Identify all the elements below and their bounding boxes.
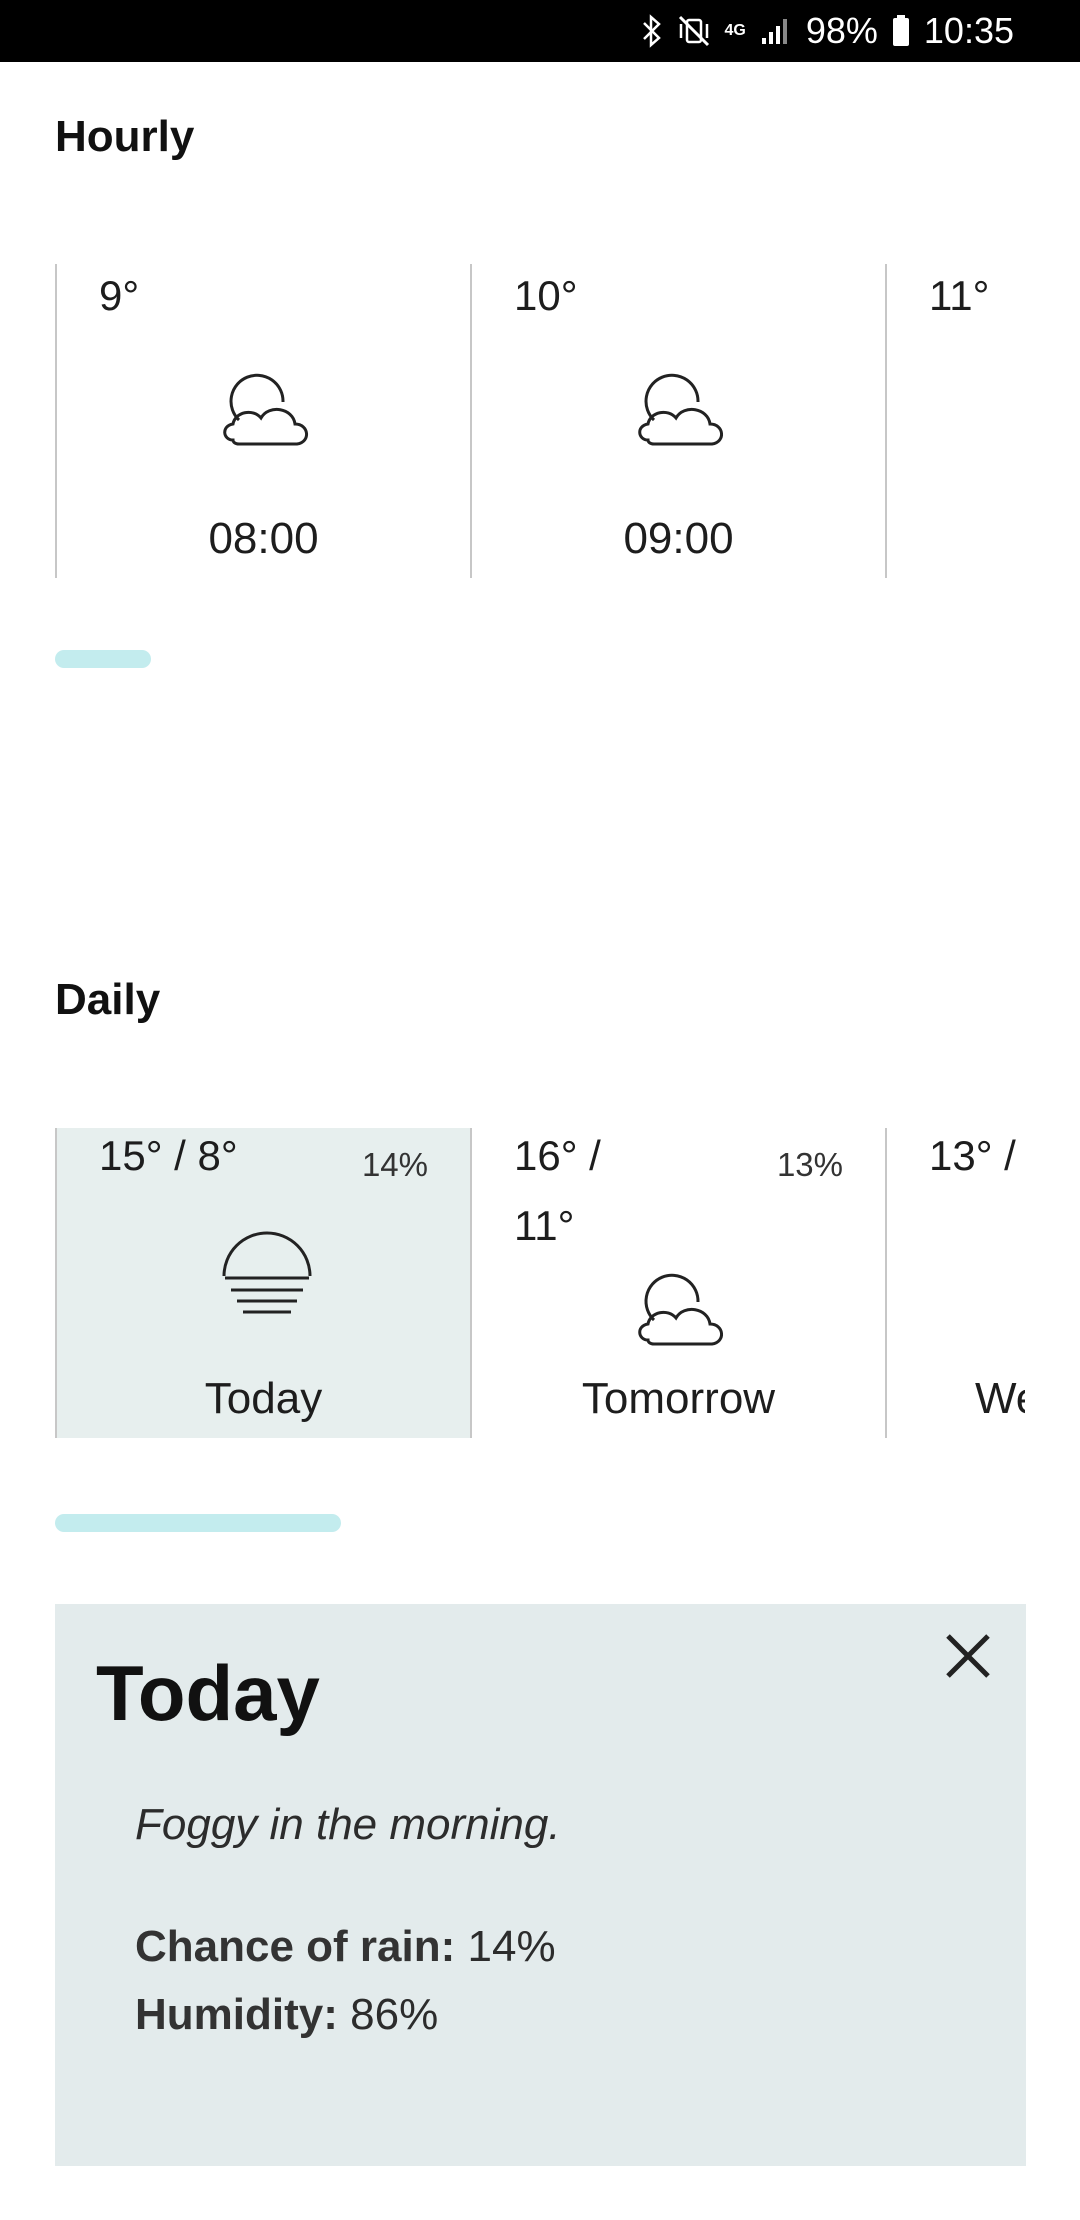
partly-cloudy-icon <box>632 1268 732 1358</box>
daily-list[interactable]: 15° / 8° 14% Today 16° / 11° 13% Tomorro… <box>55 1128 1025 1438</box>
rain-value: 14% <box>467 1922 556 1971</box>
daily-card[interactable]: 13° / We <box>885 1128 1025 1438</box>
status-bar: 4G 98% 10:35 <box>0 0 1080 62</box>
hourly-card[interactable]: 10° 09:00 <box>470 264 885 578</box>
daily-temp: 13° / <box>929 1132 1016 1179</box>
detail-humidity-row: Humidity: 86% <box>135 1990 438 2040</box>
vibrate-mute-icon <box>677 14 711 48</box>
humidity-label: Humidity: <box>135 1990 338 2039</box>
fog-icon <box>217 1224 317 1314</box>
daily-temp: 15° / 8° <box>99 1132 238 1179</box>
hourly-temp: 10° <box>514 272 578 319</box>
close-button[interactable] <box>928 1618 1008 1698</box>
hourly-card[interactable]: 11° <box>885 264 1025 578</box>
daily-card-tomorrow[interactable]: 16° / 11° 13% Tomorrow <box>470 1128 885 1438</box>
daily-card-today[interactable]: 15° / 8° 14% Today <box>55 1128 470 1438</box>
daily-temp: 16° / <box>514 1132 601 1179</box>
daily-day-label: We <box>975 1374 1025 1423</box>
hourly-temp: 11° <box>929 272 990 319</box>
detail-summary: Foggy in the morning. <box>135 1800 561 1849</box>
hourly-title: Hourly <box>55 112 195 161</box>
rain-label: Chance of rain: <box>135 1922 456 1971</box>
hourly-time: 09:00 <box>623 514 734 563</box>
clock: 10:35 <box>923 10 1014 51</box>
battery-percent: 98% <box>805 10 878 51</box>
daily-rain-chance: 13% <box>776 1146 843 1183</box>
daily-day-label: Tomorrow <box>581 1374 776 1423</box>
daily-title: Daily <box>55 975 161 1024</box>
battery-icon <box>892 15 910 47</box>
detail-rain-row: Chance of rain: 14% <box>135 1922 556 1972</box>
detail-title: Today <box>96 1649 320 1737</box>
network-type-icon: 4G <box>724 22 746 39</box>
hourly-temp: 9° <box>99 272 140 319</box>
signal-icon <box>760 16 792 46</box>
partly-cloudy-icon <box>632 368 732 458</box>
daily-rain-chance: 14% <box>361 1146 428 1183</box>
day-detail-panel: Today Foggy in the morning. Chance of ra… <box>55 1604 1026 2166</box>
partly-cloudy-icon <box>217 368 317 458</box>
close-icon <box>944 1632 992 1685</box>
bluetooth-icon <box>641 14 663 48</box>
daily-scrollbar[interactable] <box>55 1514 341 1532</box>
hourly-scrollbar[interactable] <box>55 650 151 668</box>
hourly-time: 08:00 <box>208 514 319 563</box>
daily-temp-low: 11° <box>514 1202 575 1249</box>
humidity-value: 86% <box>350 1990 439 2039</box>
hourly-list[interactable]: 9° 08:00 10° 09:00 11° <box>55 264 1025 578</box>
hourly-card[interactable]: 9° 08:00 <box>55 264 470 578</box>
daily-day-label: Today <box>204 1374 323 1423</box>
